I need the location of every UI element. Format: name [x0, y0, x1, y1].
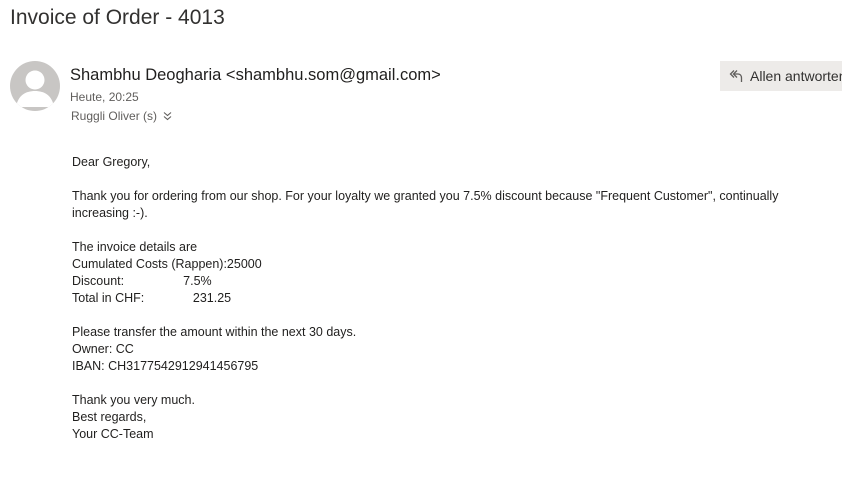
double-chevron-down-icon[interactable] — [163, 111, 172, 121]
reply-all-label: Allen antworten — [750, 68, 842, 84]
reply-all-button[interactable]: Allen antworten — [720, 61, 842, 91]
recipient-name[interactable]: Ruggli Oliver (s) — [71, 109, 157, 123]
email-body: Dear Gregory, Thank you for ordering fro… — [72, 154, 834, 443]
discount-line: Discount: 7.5% — [72, 274, 212, 288]
reply-all-icon — [728, 68, 744, 84]
sender-name[interactable]: Shambhu Deogharia <shambhu.som@gmail.com… — [70, 66, 441, 85]
thanks-line: Thank you very much. — [72, 393, 195, 407]
costs-line: Cumulated Costs (Rappen):25000 — [72, 257, 262, 271]
recipients-line: Ruggli Oliver (s) — [71, 109, 172, 123]
body-paragraph: Thank you for ordering from our shop. Fo… — [72, 189, 779, 220]
invoice-details-intro: The invoice details are — [72, 240, 198, 254]
email-subject: Invoice of Order - 4013 — [10, 6, 225, 29]
iban-line: IBAN: CH3177542912941456795 — [72, 359, 259, 373]
person-icon — [16, 70, 54, 107]
owner-line: Owner: CC — [72, 342, 134, 356]
sender-avatar[interactable] — [10, 61, 60, 111]
transfer-note: Please transfer the amount within the ne… — [72, 325, 357, 339]
sent-date: Heute, 20:25 — [70, 90, 139, 104]
signature-line: Your CC-Team — [72, 427, 154, 441]
regards-line: Best regards, — [72, 410, 147, 424]
total-line: Total in CHF: 231.25 — [72, 291, 232, 305]
greeting: Dear Gregory, — [72, 155, 151, 169]
email-reading-pane: Invoice of Order - 4013 Shambhu Deoghari… — [0, 0, 842, 496]
